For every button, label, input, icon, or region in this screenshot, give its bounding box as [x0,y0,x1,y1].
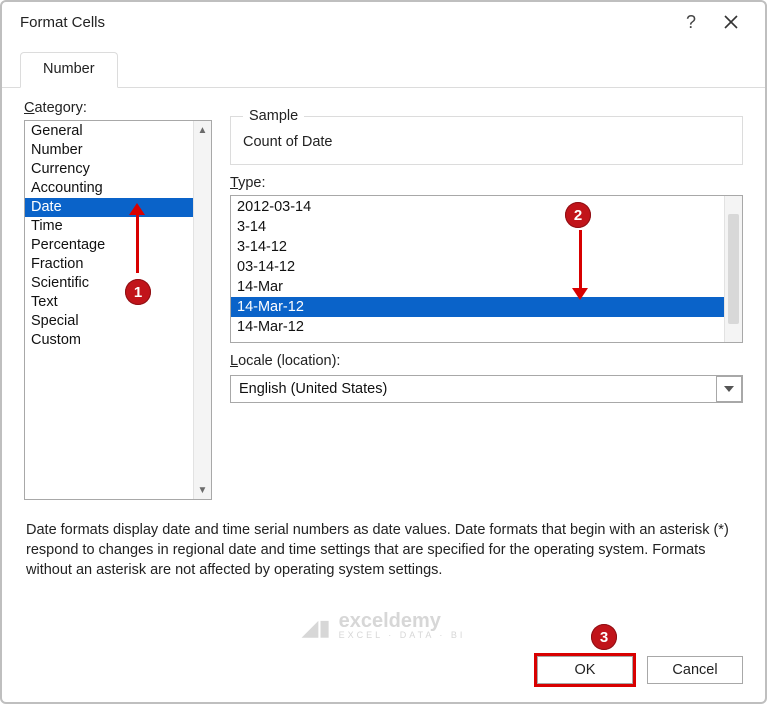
title-bar: Format Cells ? [2,2,765,37]
sample-group: Sample Count of Date [230,108,743,165]
locale-select[interactable]: English (United States) [230,375,743,403]
annotation-marker-3: 3 [591,624,617,650]
type-item-selected[interactable]: 14-Mar-12 [231,297,724,317]
category-item-number[interactable]: Number [25,141,193,160]
category-item-time[interactable]: Time [25,217,193,236]
annotation-arrow-1 [129,203,145,273]
type-label: Type: [230,175,743,191]
window-title: Format Cells [20,14,671,31]
category-item-custom[interactable]: Custom [25,331,193,350]
type-item[interactable]: 14-Mar-12 [231,317,724,337]
ok-button[interactable]: OK [537,656,633,684]
format-cells-dialog: Format Cells ? Number Category: General … [0,0,767,704]
category-item-percentage[interactable]: Percentage [25,236,193,255]
tab-strip: Number [2,41,765,88]
category-item-accounting[interactable]: Accounting [25,179,193,198]
close-icon [724,15,738,29]
category-item-general[interactable]: General [25,122,193,141]
dialog-footer: OK Cancel [2,642,765,702]
description-text: Date formats display date and time seria… [24,500,743,580]
annotation-marker-2: 2 [565,202,591,228]
sample-value: Count of Date [243,134,730,150]
category-scrollbar[interactable]: ▲ ▼ [193,121,211,499]
annotation-marker-1: 1 [125,279,151,305]
type-item[interactable]: 3-14 [231,217,724,237]
annotation-arrow-2 [572,230,588,300]
type-item[interactable]: 3-14-12 [231,237,724,257]
type-listbox[interactable]: 2012-03-14 3-14 3-14-12 03-14-12 14-Mar … [230,195,743,343]
type-item[interactable]: 2012-03-14 [231,197,724,217]
category-label: Category: [24,100,212,116]
locale-value: English (United States) [231,381,716,397]
cancel-button[interactable]: Cancel [647,656,743,684]
sample-legend: Sample [243,108,304,124]
category-listbox[interactable]: General Number Currency Accounting Date … [24,120,212,500]
category-item-fraction[interactable]: Fraction [25,255,193,274]
category-item-text[interactable]: Text [25,293,193,312]
tab-number[interactable]: Number [20,52,118,88]
help-button[interactable]: ? [671,12,711,33]
type-scrollbar[interactable] [724,196,742,342]
locale-label: Locale (location): [230,353,743,369]
locale-dropdown-button[interactable] [716,376,742,402]
category-label-text: ategory: [34,100,86,116]
category-item-date[interactable]: Date [25,198,193,217]
close-button[interactable] [711,14,751,32]
scroll-down-icon[interactable]: ▼ [194,481,211,499]
chevron-down-icon [724,386,734,392]
scroll-thumb[interactable] [728,214,739,324]
category-item-currency[interactable]: Currency [25,160,193,179]
scroll-up-icon[interactable]: ▲ [194,121,211,139]
category-item-scientific[interactable]: Scientific [25,274,193,293]
type-item[interactable]: 03-14-12 [231,257,724,277]
category-item-special[interactable]: Special [25,312,193,331]
dialog-body: Category: General Number Currency Accoun… [2,88,765,642]
type-item[interactable]: 14-Mar [231,277,724,297]
